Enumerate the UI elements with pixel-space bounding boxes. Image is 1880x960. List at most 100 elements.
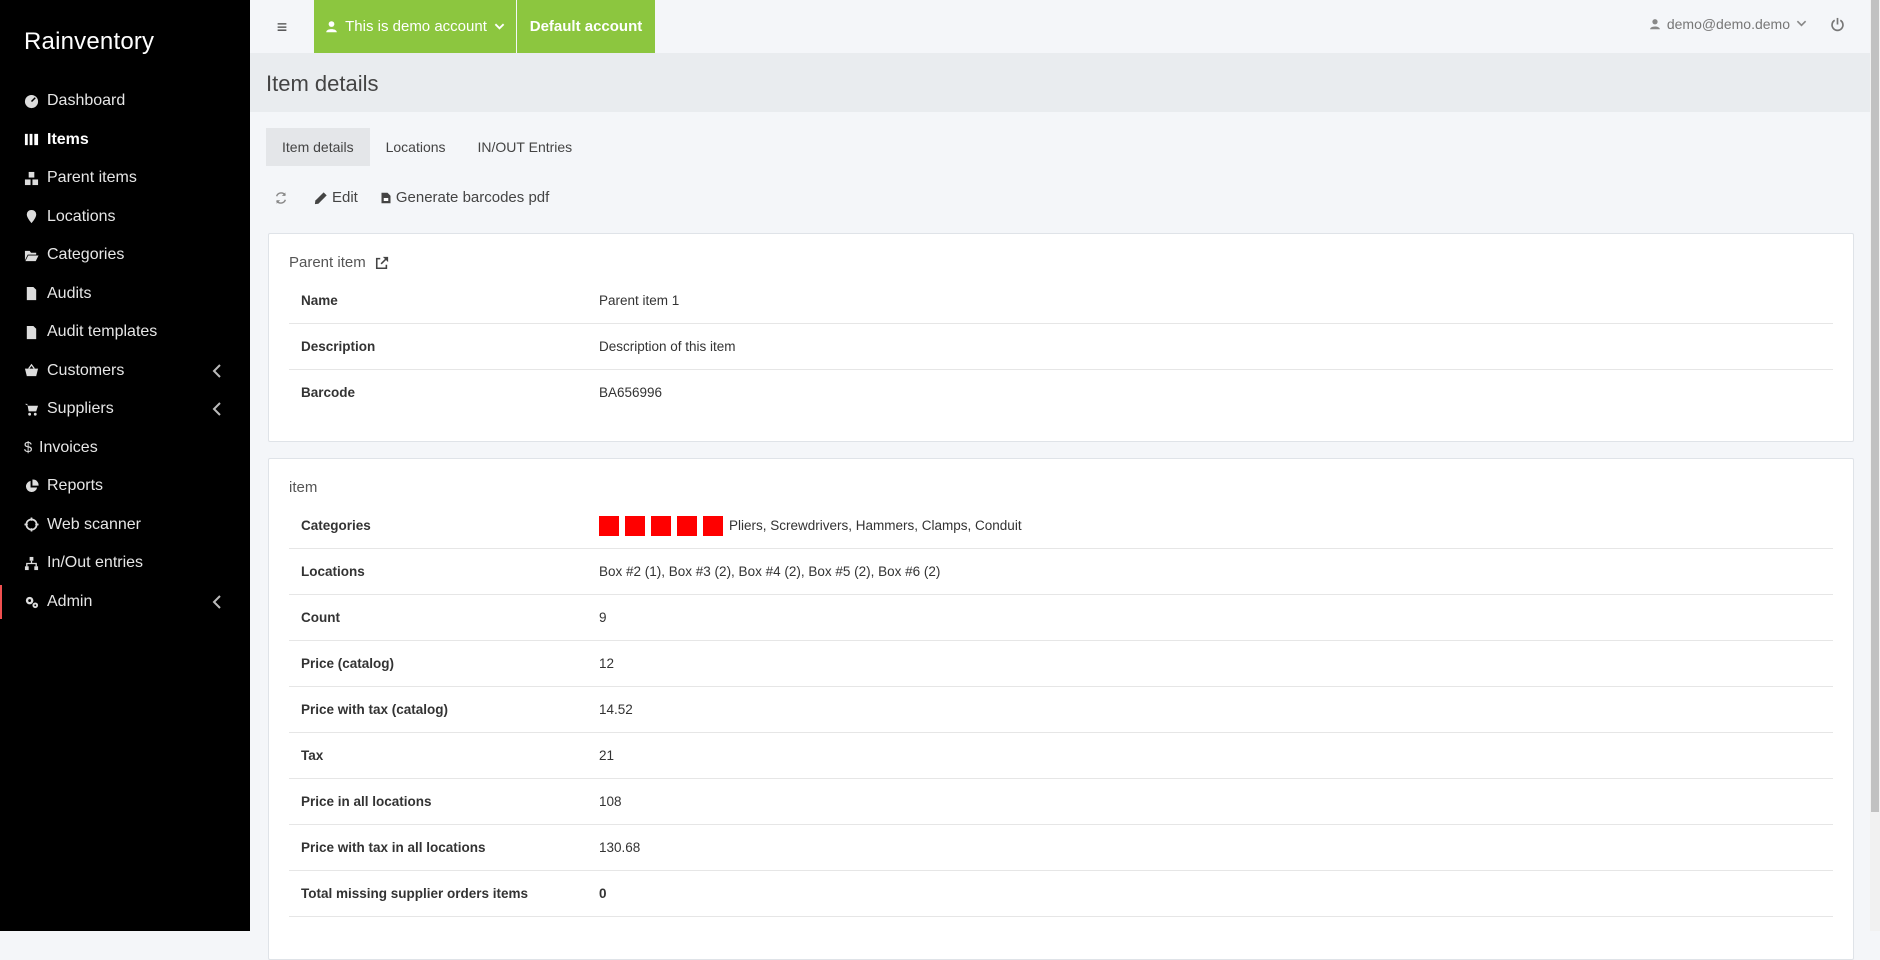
tab-bar: Item details Locations IN/OUT Entries bbox=[266, 128, 588, 166]
cart-icon bbox=[23, 401, 39, 417]
power-icon[interactable] bbox=[1830, 17, 1846, 33]
user-icon bbox=[326, 21, 337, 33]
row-label: Total missing supplier orders items bbox=[301, 886, 529, 901]
table-row: Price with tax in all locations 130.68 bbox=[289, 825, 1833, 871]
generate-barcodes-label: Generate barcodes pdf bbox=[395, 189, 550, 206]
row-value: Box #2 (1), Box #3 (2), Box #4 (2), Box … bbox=[599, 564, 941, 579]
file-icon bbox=[23, 286, 39, 302]
menu-toggle-icon[interactable]: ≡ bbox=[264, 14, 300, 40]
tab-item-details[interactable]: Item details bbox=[266, 128, 370, 166]
sidebar-item-items[interactable]: Items bbox=[0, 121, 250, 160]
sidebar-item-parent-items[interactable]: Parent items bbox=[0, 159, 250, 198]
table-row: Count 9 bbox=[289, 595, 1833, 641]
page-header: Item details bbox=[250, 53, 1870, 112]
scrollbar-thumb[interactable] bbox=[1871, 0, 1879, 812]
sidebar-item-label: Admin bbox=[47, 592, 93, 610]
sidebar-item-categories[interactable]: Categories bbox=[0, 236, 250, 275]
row-value: 12 bbox=[599, 656, 615, 671]
page-title: Item details bbox=[266, 71, 379, 96]
sidebar-item-label: Items bbox=[47, 130, 89, 148]
chevron-down-icon bbox=[494, 23, 505, 30]
refresh-button[interactable] bbox=[274, 191, 292, 205]
row-value: Parent item 1 bbox=[599, 293, 680, 308]
row-label: Price in all locations bbox=[301, 794, 432, 809]
sidebar-item-label: Invoices bbox=[39, 438, 98, 456]
sidebar-item-invoices[interactable]: $ Invoices bbox=[0, 429, 250, 468]
sidebar-item-label: Customers bbox=[47, 361, 125, 379]
chevron-left-icon bbox=[212, 402, 222, 416]
sidebar-item-label: Categories bbox=[47, 246, 125, 264]
toolbar: Edit Generate barcodes pdf bbox=[274, 189, 571, 206]
brand-logo[interactable]: Rainventory bbox=[24, 28, 154, 56]
account-switcher-button[interactable]: This is demo account bbox=[314, 0, 516, 53]
category-color-swatch bbox=[677, 515, 697, 536]
row-label: Price (catalog) bbox=[301, 656, 395, 671]
sidebar-item-audits[interactable]: Audits bbox=[0, 275, 250, 314]
table-row: Price (catalog) 12 bbox=[289, 641, 1833, 687]
sidebar-item-dashboard[interactable]: Dashboard bbox=[0, 82, 250, 121]
tab-locations[interactable]: Locations bbox=[370, 128, 462, 166]
category-color-swatch bbox=[599, 515, 619, 536]
cogs-icon bbox=[23, 594, 39, 610]
row-label: Barcode bbox=[301, 385, 356, 400]
row-label: Price with tax (catalog) bbox=[301, 702, 449, 717]
row-label: Locations bbox=[301, 564, 365, 579]
row-value: 0 bbox=[599, 886, 607, 901]
sidebar-item-suppliers[interactable]: Suppliers bbox=[0, 390, 250, 429]
parent-item-title-text: Parent item bbox=[289, 254, 366, 271]
sidebar-item-label: Reports bbox=[47, 477, 104, 495]
chevron-left-icon bbox=[212, 594, 222, 609]
row-value: 14.52 bbox=[599, 702, 633, 717]
user-menu[interactable]: demo@demo.demo bbox=[1649, 16, 1807, 32]
default-account-button[interactable]: Default account bbox=[517, 0, 655, 53]
table-row: Total missing supplier orders items 0 bbox=[289, 871, 1833, 917]
item-card-title: item bbox=[289, 479, 318, 496]
tab-in-out-entries[interactable]: IN/OUT Entries bbox=[462, 128, 589, 166]
external-link-icon[interactable] bbox=[375, 256, 389, 270]
sidebar-item-in-out-entries[interactable]: In/Out entries bbox=[0, 544, 250, 583]
dashboard-icon bbox=[23, 93, 39, 109]
row-value: 21 bbox=[599, 748, 615, 763]
table-row: Price with tax (catalog) 14.52 bbox=[289, 687, 1833, 733]
sidebar-item-customers[interactable]: Customers bbox=[0, 352, 250, 391]
row-value: Description of this item bbox=[599, 339, 736, 354]
sidebar-item-admin[interactable]: Admin bbox=[0, 583, 250, 622]
sidebar-item-label: In/Out entries bbox=[47, 554, 144, 572]
edit-button[interactable]: Edit bbox=[314, 189, 358, 206]
sidebar-item-locations[interactable]: Locations bbox=[0, 198, 250, 237]
sidebar-item-audit-templates[interactable]: Audit templates bbox=[0, 313, 250, 352]
row-label: Tax bbox=[301, 748, 324, 763]
item-rows: Categories Pliers, Screwdrivers, Hammers… bbox=[289, 503, 1833, 917]
category-color-swatch bbox=[651, 515, 671, 536]
row-label: Price with tax in all locations bbox=[301, 840, 486, 855]
row-value: 9 bbox=[599, 610, 607, 625]
table-row: Name Parent item 1 bbox=[289, 278, 1833, 324]
sidebar-item-label: Audit templates bbox=[47, 323, 158, 341]
parent-item-card: Parent item Name Parent item 1 Descripti… bbox=[268, 233, 1854, 442]
edit-label: Edit bbox=[332, 189, 358, 206]
sidebar-item-reports[interactable]: Reports bbox=[0, 467, 250, 506]
page-scrollbar[interactable] bbox=[1870, 0, 1880, 931]
sidebar-item-label: Dashboard bbox=[47, 92, 126, 110]
table-row: Categories Pliers, Screwdrivers, Hammers… bbox=[289, 503, 1833, 549]
file-icon bbox=[23, 324, 39, 340]
row-value: BA656996 bbox=[599, 385, 663, 400]
sidebar: Rainventory Dashboard Items Parent items… bbox=[0, 0, 250, 931]
top-bar: ≡ This is demo account Default account d… bbox=[250, 0, 1870, 53]
folder-open-icon bbox=[23, 247, 39, 263]
basket-icon bbox=[23, 363, 39, 379]
chevron-down-icon bbox=[1790, 16, 1807, 32]
sidebar-item-web-scanner[interactable]: Web scanner bbox=[0, 506, 250, 545]
parent-item-rows: Name Parent item 1 Description Descripti… bbox=[289, 278, 1833, 415]
crosshairs-icon bbox=[23, 517, 39, 533]
file-pdf-icon bbox=[381, 192, 391, 203]
table-row: Barcode BA656996 bbox=[289, 370, 1833, 415]
row-value: 108 bbox=[599, 794, 622, 809]
generate-barcodes-button[interactable]: Generate barcodes pdf bbox=[380, 189, 549, 206]
pie-chart-icon bbox=[23, 478, 39, 494]
sidebar-item-label: Web scanner bbox=[47, 515, 141, 533]
category-color-swatch bbox=[703, 515, 723, 536]
table-row: Price in all locations 108 bbox=[289, 779, 1833, 825]
table-row: Description Description of this item bbox=[289, 324, 1833, 370]
user-icon bbox=[1649, 19, 1660, 30]
